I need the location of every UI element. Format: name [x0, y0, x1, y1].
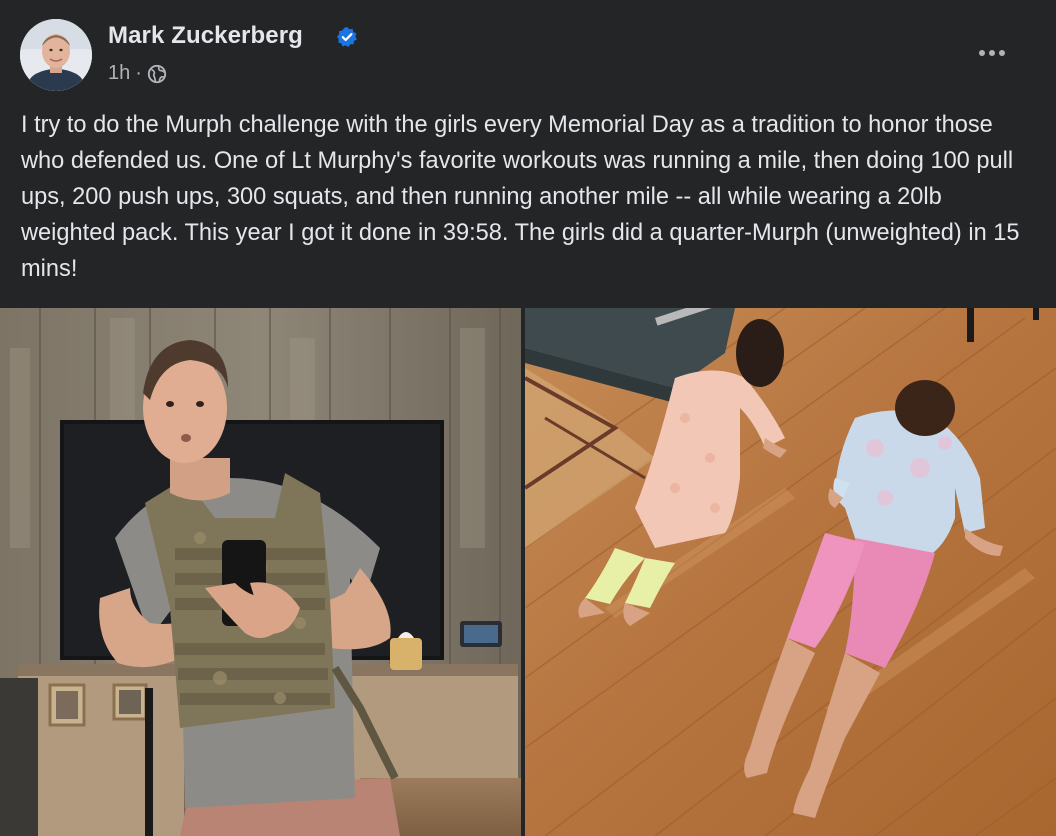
post-header: Mark Zuckerberg 1h · [0, 0, 1056, 100]
more-options-button[interactable] [970, 36, 1014, 70]
post-meta: 1h · [108, 62, 167, 85]
author-name[interactable]: Mark Zuckerberg [108, 22, 303, 50]
post-text: I try to do the Murph challenge with the… [21, 112, 1027, 282]
man-weighted-vest-selfie-photo[interactable] [0, 308, 521, 836]
facebook-post: Mark Zuckerberg 1h · I try to do the Mur… [0, 0, 1056, 836]
author-avatar[interactable] [20, 19, 92, 91]
profile-photo-icon [20, 19, 92, 91]
post-timestamp[interactable]: 1h [108, 62, 130, 85]
photo-illustration [525, 308, 1056, 836]
more-options-icon [979, 50, 985, 56]
photo-illustration [0, 308, 521, 836]
verified-badge-icon [337, 27, 357, 47]
girls-doing-push-ups-photo[interactable] [525, 308, 1056, 836]
meta-separator: · [135, 62, 142, 84]
globe-icon[interactable] [147, 64, 167, 84]
